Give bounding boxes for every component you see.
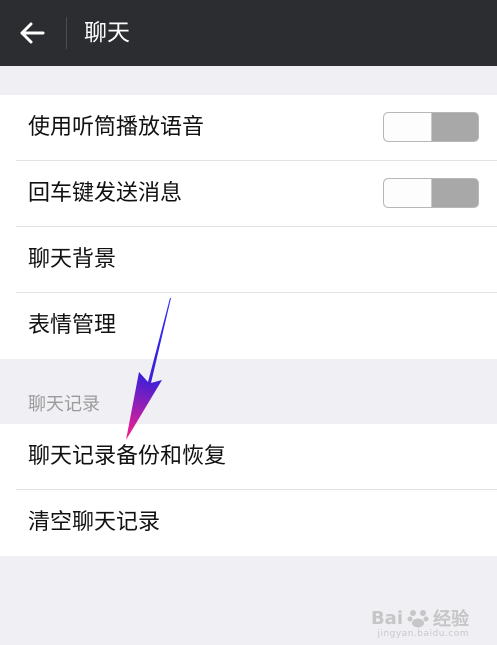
paw-icon [407,610,429,628]
row-label: 回车键发送消息 [28,181,183,206]
row-label: 聊天记录备份和恢复 [28,444,227,469]
title-divider [66,17,67,49]
enter-send-toggle[interactable] [383,178,479,208]
row-label: 表情管理 [28,313,117,338]
chat-settings-group: 使用听筒播放语音 回车键发送消息 聊天背景 表情管理 [0,95,497,359]
row-chat-background[interactable]: 聊天背景 [0,227,497,293]
toggle-knob [384,179,432,207]
row-backup-restore[interactable]: 聊天记录备份和恢复 [0,424,497,490]
watermark-brand2: 经验 [433,609,469,630]
row-clear-history[interactable]: 清空聊天记录 [0,490,497,556]
row-enter-send[interactable]: 回车键发送消息 [0,161,497,227]
row-earpiece-voice[interactable]: 使用听筒播放语音 [0,95,497,161]
row-label: 清空聊天记录 [28,510,161,535]
title-bar: 聊天 [0,0,497,66]
chat-history-group: 聊天记录备份和恢复 清空聊天记录 [0,424,497,556]
back-arrow-icon [20,22,45,44]
earpiece-toggle[interactable] [383,112,479,142]
section-header-history: 聊天记录 [28,394,100,415]
page-title: 聊天 [84,20,130,46]
row-sticker-management[interactable]: 表情管理 [0,293,497,359]
row-label: 使用听筒播放语音 [28,115,205,140]
watermark: Bai 经验 jingyan.baidu.com [370,605,469,640]
watermark-url: jingyan.baidu.com [377,629,469,639]
watermark-brand: Bai [370,607,403,629]
toggle-knob [384,113,432,141]
row-label: 聊天背景 [28,247,117,272]
back-button[interactable] [14,17,50,49]
